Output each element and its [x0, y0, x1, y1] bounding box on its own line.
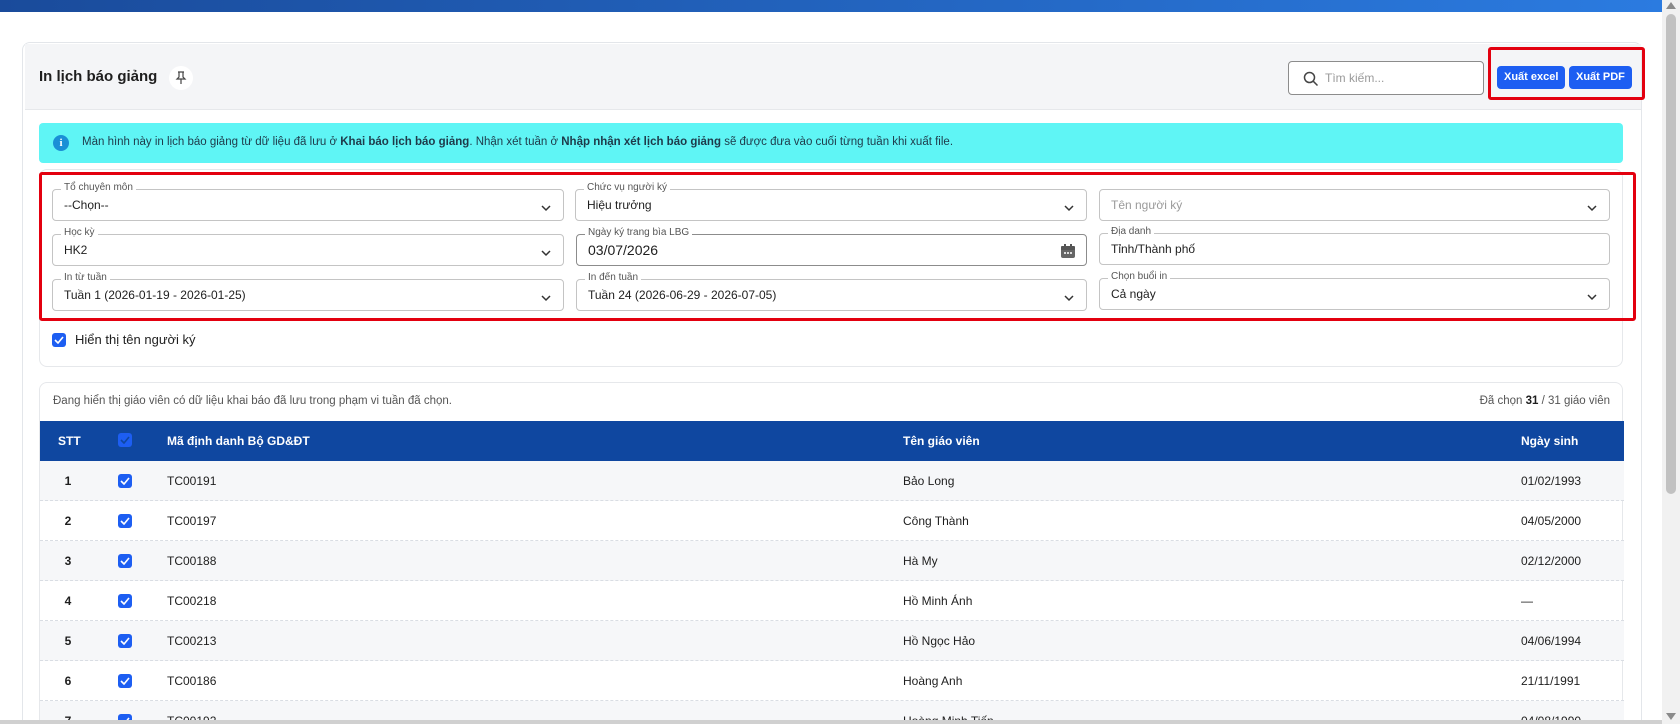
checkbox-checked-icon[interactable] — [52, 332, 66, 347]
chevron-down-icon — [1064, 200, 1074, 215]
header-name: Tên giáo viên — [903, 434, 980, 448]
export-excel-button[interactable]: Xuất excel — [1497, 66, 1566, 89]
search-input[interactable] — [1325, 68, 1475, 88]
row-checkbox[interactable] — [118, 594, 132, 608]
stt: 3 — [64, 554, 72, 568]
row-name: Hồ Minh Ánh — [903, 594, 973, 608]
header-stt: STT — [58, 434, 81, 448]
row-dob: 01/02/1993 — [1521, 474, 1582, 488]
to-week-select[interactable]: In đến tuần Tuần 24 (2026-06-29 - 2026-0… — [576, 272, 1087, 311]
table-row[interactable]: 4 TC00218 Hồ Minh Ánh — — [40, 581, 1624, 621]
row-dob: 04/05/2000 — [1521, 514, 1582, 528]
chevron-down-icon — [1587, 289, 1597, 304]
row-dob: 21/11/1991 — [1521, 674, 1581, 688]
row-dob: 04/06/1994 — [1521, 634, 1582, 648]
table-row[interactable]: 3 TC00188 Hà My 02/12/2000 — [40, 541, 1624, 581]
semester-select[interactable]: Học kỳ HK2 — [52, 227, 564, 266]
stt: 5 — [64, 634, 72, 648]
info-banner: i Màn hình này in lịch báo giảng từ dữ l… — [39, 123, 1623, 163]
row-name: Bảo Long — [903, 474, 955, 488]
row-name: Công Thành — [903, 514, 969, 528]
table-note: Đang hiển thị giáo viên có dữ liệu khai … — [53, 395, 452, 407]
show-signer-toggle[interactable]: Hiển thị tên người ký — [52, 332, 196, 347]
row-name: Hoàng Anh — [903, 674, 963, 688]
session-select[interactable]: Chọn buổi in Cả ngày — [1099, 271, 1610, 310]
selected-count: Đã chọn 31 / 31 giáo viên — [1479, 395, 1610, 407]
export-pdf-button[interactable]: Xuất PDF — [1569, 66, 1632, 89]
row-code: TC00191 — [167, 474, 217, 488]
select-all-checkbox[interactable] — [118, 433, 132, 447]
horizontal-scrollbar[interactable] — [0, 720, 1662, 724]
row-checkbox[interactable] — [118, 554, 132, 568]
info-text: Màn hình này in lịch báo giảng từ dữ liệ… — [82, 136, 954, 148]
chevron-down-icon — [541, 200, 551, 215]
from-week-select[interactable]: In từ tuần Tuần 1 (2026-01-19 - 2026-01-… — [52, 272, 564, 311]
stt: 4 — [64, 594, 72, 608]
top-header-bar — [0, 0, 1662, 12]
scroll-down-icon[interactable] — [1666, 713, 1676, 720]
table-row[interactable]: 1 TC00191 Bảo Long 01/02/1993 — [40, 461, 1624, 501]
info-icon: i — [53, 135, 69, 151]
vertical-scrollbar[interactable] — [1662, 0, 1680, 724]
table-header: STT Mã định danh Bộ GD&ĐT Tên giáo viên … — [40, 421, 1624, 461]
header-code: Mã định danh Bộ GD&ĐT — [167, 434, 310, 448]
calendar-icon[interactable] — [1060, 243, 1076, 262]
table-row[interactable]: 2 TC00197 Công Thành 04/05/2000 — [40, 501, 1624, 541]
search-box[interactable] — [1288, 61, 1484, 95]
chevron-down-icon — [541, 290, 551, 305]
signer-name-select[interactable]: Tên người ký — [1099, 189, 1610, 221]
place-input[interactable]: Địa danh Tỉnh/Thành phố — [1099, 226, 1610, 265]
row-code: TC00188 — [167, 554, 217, 568]
chevron-down-icon — [1587, 200, 1597, 215]
signer-position-select[interactable]: Chức vụ người ký Hiệu trưởng — [575, 182, 1087, 221]
cover-date-input[interactable]: Ngày ký trang bìa LBG 03/07/2026 — [576, 227, 1087, 266]
pin-icon[interactable] — [169, 66, 193, 90]
row-code: TC00213 — [167, 634, 217, 648]
stt: 6 — [64, 674, 72, 688]
row-code: TC00186 — [167, 674, 217, 688]
page-title: In lịch báo giảng — [39, 68, 158, 85]
chevron-down-icon — [1064, 290, 1074, 305]
row-name: Hà My — [903, 554, 938, 568]
table-row[interactable]: 6 TC00186 Hoàng Anh 21/11/1991 — [40, 661, 1624, 701]
chevron-down-icon — [541, 245, 551, 260]
stt: 1 — [64, 474, 72, 488]
row-checkbox[interactable] — [118, 474, 132, 488]
scroll-up-icon[interactable] — [1666, 2, 1676, 9]
row-dob: — — [1521, 594, 1533, 608]
row-dob: 02/12/2000 — [1521, 554, 1582, 568]
row-checkbox[interactable] — [118, 674, 132, 688]
row-code: TC00197 — [167, 514, 217, 528]
scroll-thumb[interactable] — [1666, 14, 1676, 494]
stt: 2 — [64, 514, 72, 528]
table-row[interactable]: 5 TC00213 Hồ Ngọc Hảo 04/06/1994 — [40, 621, 1624, 661]
search-icon — [1303, 71, 1319, 90]
show-signer-label: Hiển thị tên người ký — [75, 332, 196, 347]
row-checkbox[interactable] — [118, 634, 132, 648]
row-checkbox[interactable] — [118, 514, 132, 528]
department-select[interactable]: Tổ chuyên môn --Chọn-- — [52, 182, 564, 221]
row-name: Hồ Ngọc Hảo — [903, 634, 976, 648]
header-dob: Ngày sinh — [1521, 434, 1579, 448]
row-code: TC00218 — [167, 594, 217, 608]
